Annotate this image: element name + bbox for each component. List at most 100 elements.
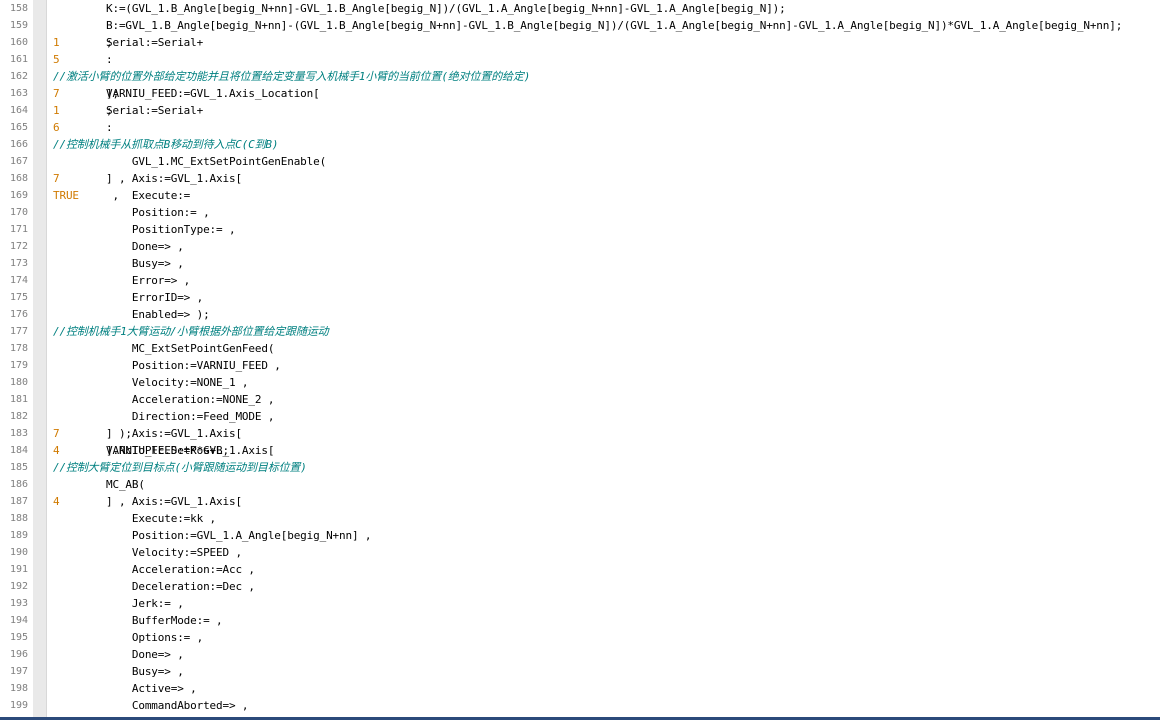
line-number: 166 bbox=[9, 139, 28, 150]
code-line[interactable]: 160 Serial:=Serial+ 1; bbox=[0, 34, 1160, 51]
code-line[interactable]: 187 Axis:=GVL_1.Axis[4] , bbox=[0, 493, 1160, 510]
code-line[interactable]: 182 Direction:=Feed_MODE , bbox=[0, 408, 1160, 425]
code-line[interactable]: 166 //控制机械手从抓取点B移动到待入点C(C到B) bbox=[0, 136, 1160, 153]
code-line[interactable]: 177 //控制机械手1大臂运动/小臂根据外部位置给定跟随运动 bbox=[0, 323, 1160, 340]
code-line[interactable]: 190 Velocity:=SPEED , bbox=[0, 544, 1160, 561]
code-line[interactable]: 186 MC_AB( bbox=[0, 476, 1160, 493]
code-literal: 7 bbox=[53, 427, 60, 440]
code-line[interactable]: 162 //激活小臂的位置外部给定功能并且将位置给定变量写入机械手1小臂的当前位置… bbox=[0, 68, 1160, 85]
line-number: 187 bbox=[9, 496, 28, 507]
code-literal: 7 bbox=[53, 172, 60, 185]
code-line[interactable]: 173 Busy=> , bbox=[0, 255, 1160, 272]
code-token: MC_AB( bbox=[106, 478, 145, 491]
code-lines[interactable]: 158 K:=(GVL_1.B_Angle[begig_N+nn]-GVL_1.B… bbox=[0, 0, 1160, 714]
line-number: 195 bbox=[9, 632, 28, 643]
code-token: Position:=VARNIU_FEED , bbox=[106, 359, 281, 372]
code-text[interactable]: //控制大臂定位到目标点(小臂跟随运动到目标位置) bbox=[53, 459, 307, 476]
code-text[interactable]: //控制机械手从抓取点B移动到待入点C(C到B) bbox=[53, 136, 279, 153]
line-number: 186 bbox=[9, 479, 28, 490]
code-text[interactable]: //控制机械手1大臂运动/小臂根据外部位置给定跟随运动 bbox=[53, 323, 329, 340]
line-number: 159 bbox=[9, 20, 28, 31]
code-text[interactable]: Axis:=GVL_1.Axis[4] , bbox=[53, 493, 242, 510]
code-line[interactable]: 159 B:=GVL_1.B_Angle[begig_N+nn]-(GVL_1.B… bbox=[0, 17, 1160, 34]
code-line[interactable]: 195 Options:= , bbox=[0, 629, 1160, 646]
code-text[interactable]: Serial:=Serial+ 1; bbox=[53, 34, 203, 51]
code-token: Busy=> , bbox=[106, 665, 184, 678]
code-token: VARNIU_FEED:=GVL_1.Axis_Location[ bbox=[106, 87, 320, 100]
code-token: Error=> , bbox=[106, 274, 191, 287]
code-text[interactable]: VARNIU_FEED:=GVL_1.Axis_Location[7]; bbox=[53, 85, 320, 102]
code-text[interactable]: 5: bbox=[53, 51, 113, 68]
code-line[interactable]: 169 Execute:= TRUE , bbox=[0, 187, 1160, 204]
code-line[interactable]: 163 VARNIU_FEED:=GVL_1.Axis_Location[7]; bbox=[0, 85, 1160, 102]
line-number: 177 bbox=[9, 326, 28, 337]
code-text[interactable]: Serial:=Serial+ 1; bbox=[53, 102, 203, 119]
line-number: 199 bbox=[9, 700, 28, 711]
line-number: 176 bbox=[9, 309, 28, 320]
line-number: 161 bbox=[9, 54, 28, 65]
code-line[interactable]: 161 5: bbox=[0, 51, 1160, 68]
code-line[interactable]: 167 GVL_1.MC_ExtSetPointGenEnable( bbox=[0, 153, 1160, 170]
code-line[interactable]: 174 Error=> , bbox=[0, 272, 1160, 289]
code-line[interactable]: 180 Velocity:=NONE_1 , bbox=[0, 374, 1160, 391]
line-number: 163 bbox=[9, 88, 28, 99]
code-text[interactable]: //激活小臂的位置外部给定功能并且将位置给定变量写入机械手1小臂的当前位置(绝对… bbox=[53, 68, 530, 85]
code-line[interactable]: 193 Jerk:= , bbox=[0, 595, 1160, 612]
line-number: 167 bbox=[9, 156, 28, 167]
code-line[interactable]: 189 Position:=GVL_1.A_Angle[begig_N+nn] … bbox=[0, 527, 1160, 544]
code-line[interactable]: 158 K:=(GVL_1.B_Angle[begig_N+nn]-GVL_1.B… bbox=[0, 0, 1160, 17]
code-literal: 5 bbox=[53, 53, 60, 66]
code-line[interactable]: 199 CommandAborted=> , bbox=[0, 697, 1160, 714]
line-number: 160 bbox=[9, 37, 28, 48]
code-line[interactable]: 178 MC_ExtSetPointGenFeed( bbox=[0, 340, 1160, 357]
code-text[interactable]: Execute:= TRUE , bbox=[53, 187, 190, 204]
line-number: 182 bbox=[9, 411, 28, 422]
code-text[interactable]: VARNIU_FEED:=K*GVL_1.Axis[4].NcToPlc.Set… bbox=[53, 442, 274, 459]
code-line[interactable]: 170 Position:= , bbox=[0, 204, 1160, 221]
code-token: PositionType:= , bbox=[106, 223, 236, 236]
code-line[interactable]: 185 //控制大臂定位到目标点(小臂跟随运动到目标位置) bbox=[0, 459, 1160, 476]
code-token: : bbox=[106, 121, 113, 134]
code-line[interactable]: 164 Serial:=Serial+ 1; bbox=[0, 102, 1160, 119]
code-text[interactable]: 6: bbox=[53, 119, 113, 136]
code-token: ; bbox=[106, 36, 113, 49]
code-line[interactable]: 181 Acceleration:=NONE_2 , bbox=[0, 391, 1160, 408]
code-token: Serial:=Serial+ bbox=[106, 104, 204, 117]
code-editor[interactable]: 158 K:=(GVL_1.B_Angle[begig_N+nn]-GVL_1.B… bbox=[0, 0, 1160, 720]
code-token: ErrorID=> , bbox=[106, 291, 204, 304]
line-number: 188 bbox=[9, 513, 28, 524]
line-number: 168 bbox=[9, 173, 28, 184]
code-line[interactable]: 175 ErrorID=> , bbox=[0, 289, 1160, 306]
code-line[interactable]: 196 Done=> , bbox=[0, 646, 1160, 663]
line-number: 165 bbox=[9, 122, 28, 133]
line-number: 194 bbox=[9, 615, 28, 626]
code-line[interactable]: 172 Done=> , bbox=[0, 238, 1160, 255]
code-line[interactable]: 179 Position:=VARNIU_FEED , bbox=[0, 357, 1160, 374]
code-line[interactable]: 176 Enabled=> ); bbox=[0, 306, 1160, 323]
code-line[interactable]: 192 Deceleration:=Dec , bbox=[0, 578, 1160, 595]
line-number: 172 bbox=[9, 241, 28, 252]
code-line[interactable]: 165 6: bbox=[0, 119, 1160, 136]
code-line[interactable]: 188 Execute:=kk , bbox=[0, 510, 1160, 527]
code-token: Position:=GVL_1.A_Angle[begig_N+nn] , bbox=[106, 529, 372, 542]
code-line[interactable]: 197 Busy=> , bbox=[0, 663, 1160, 680]
line-number: 162 bbox=[9, 71, 28, 82]
code-text[interactable]: Axis:=GVL_1.Axis[7] , bbox=[53, 170, 242, 187]
code-token: Acceleration:=NONE_2 , bbox=[106, 393, 275, 406]
line-number: 193 bbox=[9, 598, 28, 609]
code-line[interactable]: 194 BufferMode:= , bbox=[0, 612, 1160, 629]
code-line[interactable]: 171 PositionType:= , bbox=[0, 221, 1160, 238]
code-token: Busy=> , bbox=[106, 257, 184, 270]
code-token: ].NcToPlc.SetPos+B; bbox=[106, 444, 229, 457]
code-token: Acceleration:=Acc , bbox=[106, 563, 255, 576]
code-line[interactable]: 191 Acceleration:=Acc , bbox=[0, 561, 1160, 578]
line-number: 158 bbox=[9, 3, 28, 14]
code-line[interactable]: 183 Axis:=GVL_1.Axis[7] ); bbox=[0, 425, 1160, 442]
code-text[interactable]: Axis:=GVL_1.Axis[7] ); bbox=[53, 425, 242, 442]
line-number: 197 bbox=[9, 666, 28, 677]
code-line[interactable]: 198 Active=> , bbox=[0, 680, 1160, 697]
code-token: Execute:=kk , bbox=[106, 512, 217, 525]
code-line[interactable]: 184 VARNIU_FEED:=K*GVL_1.Axis[4].NcToPlc.… bbox=[0, 442, 1160, 459]
code-line[interactable]: 168 Axis:=GVL_1.Axis[7] , bbox=[0, 170, 1160, 187]
